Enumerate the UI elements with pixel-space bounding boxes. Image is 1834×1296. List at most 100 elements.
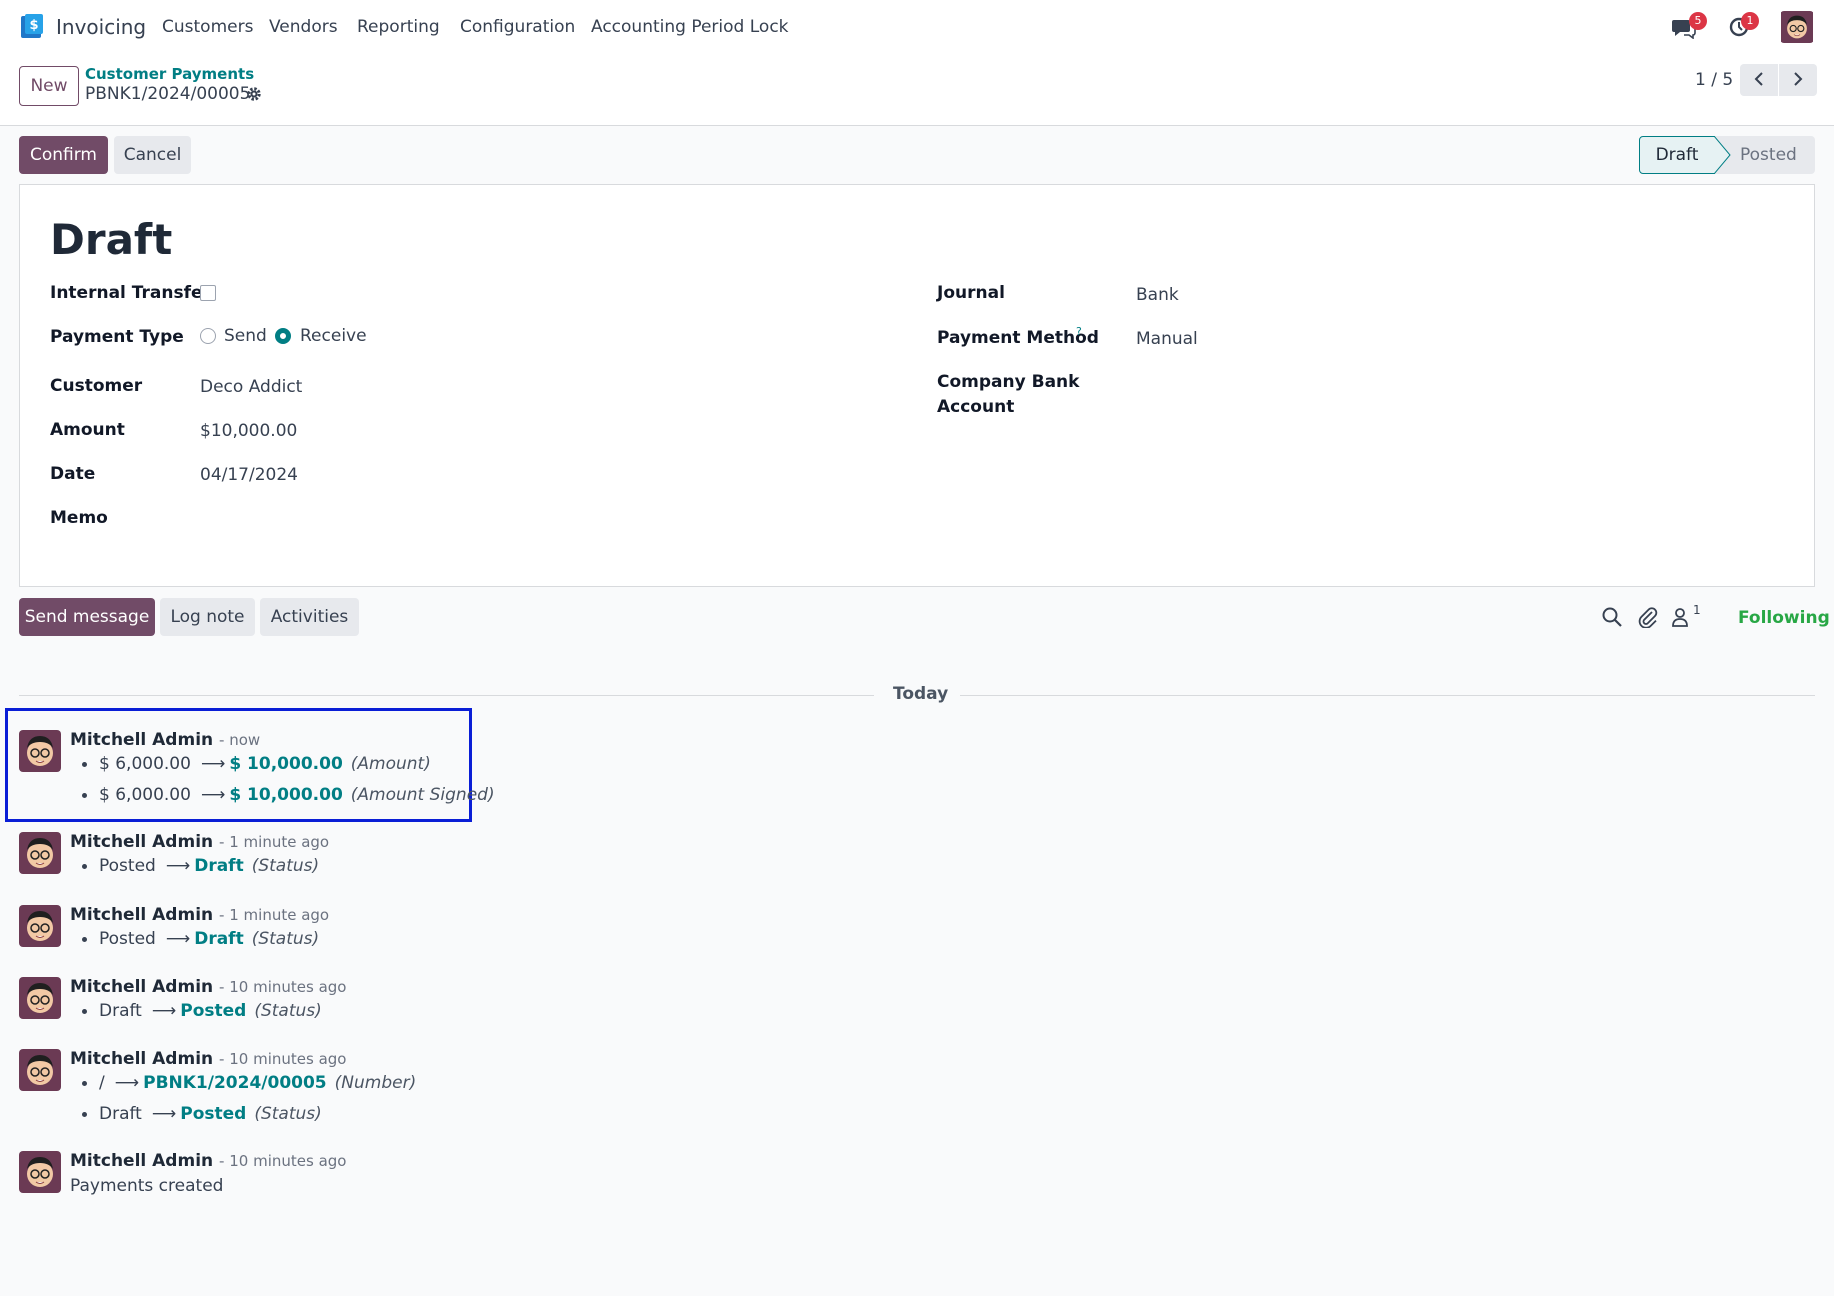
journal-field[interactable]: Bank [1136,285,1179,305]
chevron-right-icon [1794,71,1803,86]
payment-type-send-radio[interactable] [200,328,216,344]
new-value: Draft [194,856,244,876]
followers-count: 1 [1693,603,1701,617]
search-icon[interactable] [1601,606,1623,628]
message-author[interactable]: Mitchell Admin [70,977,213,997]
internal-transfer-label: Internal Transfer [50,283,211,303]
send-message-button[interactable]: Send message [19,598,155,636]
stage-draft[interactable]: Draft [1639,136,1715,174]
tracking-line: Posted ⟶ Draft (Status) [82,856,319,876]
breadcrumb-customer-payments[interactable]: Customer Payments [85,65,254,83]
amount-field[interactable]: $10,000.00 [200,421,297,441]
gear-icon[interactable] [246,86,262,102]
tracking-line: Posted ⟶ Draft (Status) [82,929,319,949]
old-value: Posted [99,856,156,876]
cancel-button[interactable]: Cancel [114,136,191,174]
new-value: Posted [180,1001,247,1021]
user-avatar-image [1781,11,1813,43]
activities-button[interactable]: Activities [260,598,359,636]
menu-vendors[interactable]: Vendors [269,17,338,37]
arrow-right-icon: ⟶ [165,856,191,876]
payment-type-receive-radio[interactable] [275,328,291,344]
message-avatar[interactable] [19,1151,61,1193]
menu-reporting[interactable]: Reporting [357,17,440,37]
tracking-line: Draft ⟶ Posted (Status) [82,1001,322,1021]
pager-previous-button[interactable] [1740,64,1778,96]
message-time: - 10 minutes ago [219,1050,347,1068]
paperclip-icon[interactable] [1637,606,1659,628]
message-avatar[interactable] [19,905,61,947]
field-name: (Status) [254,1001,322,1021]
customer-field[interactable]: Deco Addict [200,377,302,397]
old-value: Draft [99,1104,142,1124]
message-author[interactable]: Mitchell Admin [70,832,213,852]
author-avatar-image [19,905,61,947]
message-time: - now [219,731,261,749]
field-name: (Status) [254,1104,322,1124]
field-name: (Status) [251,929,320,949]
payment-method-help-icon[interactable]: ? [1076,325,1082,338]
arrow-right-icon: ⟶ [151,1104,177,1124]
messages-badge: 5 [1689,12,1707,30]
message-author-line: Mitchell Admin - 10 minutes ago [70,977,346,997]
author-avatar-image [19,977,61,1019]
field-name: (Number) [334,1073,417,1093]
amount-label: Amount [50,420,125,440]
log-note-button[interactable]: Log note [160,598,255,636]
message-author-line: Mitchell Admin - 1 minute ago [70,832,329,852]
menu-configuration[interactable]: Configuration [460,17,575,37]
old-value: Draft [99,1001,142,1021]
message-avatar[interactable] [19,832,61,874]
author-avatar-image [19,730,61,772]
message-author[interactable]: Mitchell Admin [70,1151,213,1171]
pager-next-button[interactable] [1779,64,1817,96]
confirm-button[interactable]: Confirm [19,136,108,174]
tracking-line: $ 6,000.00 ⟶ $ 10,000.00 (Amount) [82,754,431,774]
following-button[interactable]: Following [1738,608,1830,628]
arrow-right-icon: ⟶ [114,1073,140,1093]
payment-method-label: Payment Method [937,328,1099,348]
payment-type-receive-label[interactable]: Receive [300,326,367,346]
message-author[interactable]: Mitchell Admin [70,730,213,750]
new-button[interactable]: New [19,66,79,106]
message-author[interactable]: Mitchell Admin [70,1049,213,1069]
author-avatar-image [19,1049,61,1091]
old-value: $ 6,000.00 [99,785,191,805]
separator-line-left [19,695,874,696]
arrow-right-icon: ⟶ [165,929,191,949]
tracking-line: Draft ⟶ Posted (Status) [82,1104,322,1124]
message-author[interactable]: Mitchell Admin [70,905,213,925]
app-name[interactable]: Invoicing [56,15,146,39]
message-time: - 10 minutes ago [219,978,347,996]
date-label: Date [50,464,96,484]
message-author-line: Mitchell Admin - 1 minute ago [70,905,329,925]
date-field[interactable]: 04/17/2024 [200,465,298,485]
pager-value[interactable]: 1 / 5 [1695,70,1733,90]
author-avatar-image [19,1151,61,1193]
memo-label: Memo [50,508,108,528]
message-avatar[interactable] [19,730,61,772]
message-author-line: Mitchell Admin - 10 minutes ago [70,1151,346,1171]
payment-type-send-label[interactable]: Send [224,326,267,346]
payment-method-field[interactable]: Manual [1136,329,1198,349]
record-title: Draft [50,215,173,264]
message-avatar[interactable] [19,1049,61,1091]
arrow-right-icon: ⟶ [200,785,226,805]
message-author-line: Mitchell Admin - 10 minutes ago [70,1049,346,1069]
date-separator: Today [893,684,949,704]
control-panel: New Customer Payments PBNK1/2024/00005 1… [0,56,1834,126]
user-avatar[interactable] [1780,11,1814,43]
payment-type-label: Payment Type [50,327,184,347]
new-value: $ 10,000.00 [229,785,343,805]
chevron-left-icon [1754,71,1763,86]
message-time: - 1 minute ago [219,833,330,851]
invoicing-app-icon[interactable]: $ [19,14,45,40]
followers-icon[interactable] [1670,606,1692,628]
arrow-right-icon: ⟶ [151,1001,177,1021]
menu-accounting-period-lock[interactable]: Accounting Period Lock [591,17,789,37]
message-avatar[interactable] [19,977,61,1019]
field-name: (Amount Signed) [350,785,495,805]
internal-transfer-checkbox[interactable] [200,285,216,301]
menu-customers[interactable]: Customers [162,17,253,37]
journal-label: Journal [937,283,1005,303]
